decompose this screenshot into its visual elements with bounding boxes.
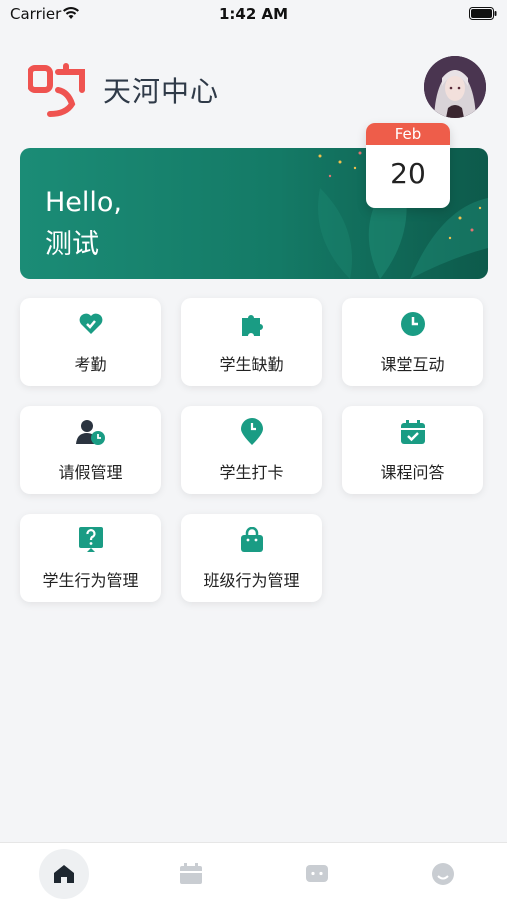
puzzle-icon: [241, 315, 263, 336]
date-day: 20: [390, 157, 426, 190]
greeting-line-2: 测试: [45, 229, 99, 260]
battery-icon: [469, 7, 497, 20]
tab-profile[interactable]: [416, 849, 470, 899]
date-badge: Feb 20: [366, 123, 450, 208]
greeting-line-1: Hello,: [45, 187, 123, 218]
menu-item-attendance[interactable]: 考勤: [20, 298, 161, 386]
menu-item-leave-management[interactable]: 请假管理: [20, 406, 161, 494]
app-header: 天河中心: [0, 50, 507, 125]
date-month: Feb: [366, 123, 450, 145]
calendar-check-icon: [400, 420, 425, 444]
brand-logo-icon: [28, 63, 85, 117]
tab-home[interactable]: [37, 849, 91, 899]
menu-item-label: 课程问答: [380, 463, 445, 482]
menu-item-label: 学生行为管理: [42, 571, 139, 590]
brand-name: 天河中心: [103, 75, 220, 108]
avatar-icon: [424, 56, 486, 118]
menu-item-class-interaction[interactable]: 课堂互动: [342, 298, 483, 386]
menu-item-label: 学生缺勤: [219, 355, 284, 374]
bottom-tab-bar: [0, 842, 507, 900]
greeting-text: Hello, 测试: [45, 182, 122, 266]
bag-icon: [240, 527, 263, 552]
calendar-icon: [180, 863, 202, 884]
message-icon: [306, 865, 328, 882]
tab-calendar[interactable]: [164, 849, 218, 899]
user-avatar[interactable]: [424, 56, 486, 118]
menu-item-student-checkin[interactable]: 学生打卡: [181, 406, 322, 494]
tab-messages[interactable]: [290, 849, 344, 899]
status-bar: Carrier 1:42 AM: [0, 0, 507, 28]
menu-item-label: 班级行为管理: [203, 571, 300, 590]
clock-time: 1:42 AM: [218, 5, 289, 23]
user-clock-icon: [75, 420, 105, 445]
menu-item-class-behavior[interactable]: 班级行为管理: [181, 514, 322, 602]
menu-item-student-absence[interactable]: 学生缺勤: [181, 298, 322, 386]
home-icon: [54, 865, 74, 883]
clock-icon: [400, 312, 425, 336]
menu-item-student-behavior[interactable]: 学生行为管理: [20, 514, 161, 602]
menu-item-label: 学生打卡: [219, 463, 284, 482]
menu-item-course-qa[interactable]: 课程问答: [342, 406, 483, 494]
location-clock-icon: [240, 418, 263, 445]
question-board-icon: [78, 527, 103, 552]
menu-item-label: 请假管理: [58, 463, 123, 482]
menu-item-label: 考勤: [74, 355, 107, 374]
menu-item-label: 课堂互动: [380, 355, 445, 374]
profile-icon: [432, 863, 454, 885]
heart-check-icon: [79, 313, 102, 334]
